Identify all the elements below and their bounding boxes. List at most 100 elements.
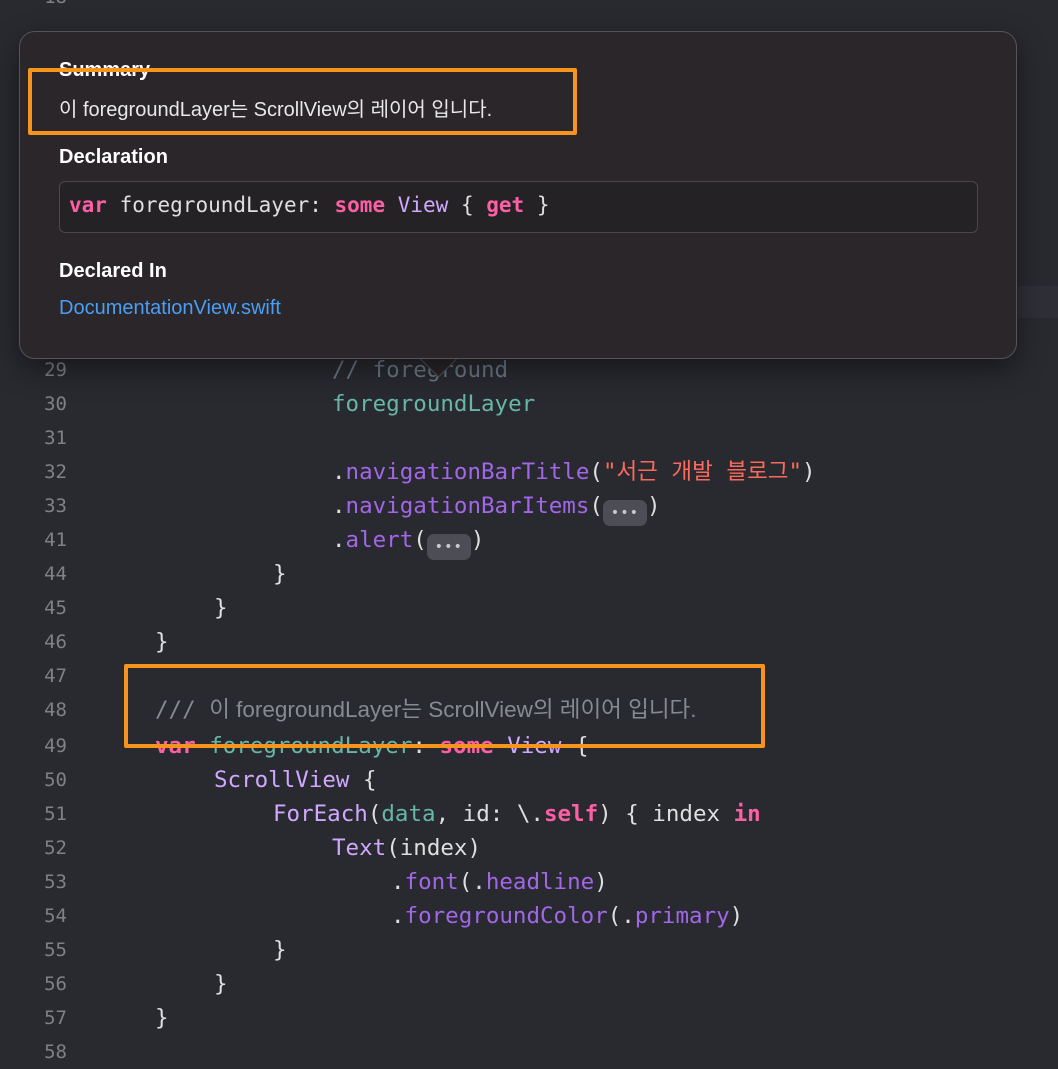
code-token: . xyxy=(391,903,405,929)
declaration-heading: Declaration xyxy=(59,146,168,168)
code-token: get xyxy=(486,193,525,217)
code-token: ForEach xyxy=(273,801,368,827)
code-token: } xyxy=(214,595,228,621)
code-token: // foreground xyxy=(332,357,509,383)
code-token: (. xyxy=(458,869,486,895)
code-text: } xyxy=(273,560,287,588)
code-line[interactable]: 18 xyxy=(0,0,1058,14)
code-line[interactable]: 55} xyxy=(0,933,1058,967)
current-line-highlight xyxy=(1018,286,1058,318)
code-text: } xyxy=(214,594,228,622)
line-number: 29 xyxy=(44,359,67,381)
code-text: .navigationBarTitle("서근 개발 블로그") xyxy=(332,458,816,486)
line-number: 54 xyxy=(44,905,67,927)
code-line[interactable]: 58 xyxy=(0,1035,1058,1069)
code-line[interactable]: 33 .navigationBarItems(•••) xyxy=(0,489,1058,526)
code-token: ( xyxy=(589,493,603,519)
code-line[interactable]: 30 foregroundLayer xyxy=(0,387,1058,421)
code-token: foregroundLayer xyxy=(332,391,536,417)
code-token: var xyxy=(69,193,107,217)
declared-in-heading: Declared In xyxy=(59,260,167,282)
code-token: ) xyxy=(802,459,816,485)
code-line[interactable]: 31 xyxy=(0,421,1058,455)
code-line[interactable]: 50 ScrollView { xyxy=(0,763,1058,797)
declared-in-file-link[interactable]: DocumentationView.swift xyxy=(59,297,281,320)
code-text: Text(index) xyxy=(332,834,481,862)
code-token: self xyxy=(543,801,599,827)
code-text: .alert(•••) xyxy=(332,526,484,560)
line-number: 48 xyxy=(44,699,67,721)
line-number: 49 xyxy=(44,735,67,757)
code-text: .navigationBarItems(•••) xyxy=(332,492,660,526)
code-line[interactable]: 54 .foregroundColor(.primary) xyxy=(0,899,1058,933)
line-number: 44 xyxy=(44,563,67,585)
code-line[interactable]: 51 ForEach(data, id: \.self) { index in xyxy=(0,797,1058,831)
code-token: navigationBarTitle xyxy=(345,459,590,485)
code-token: ) { index xyxy=(598,801,734,827)
code-token: { xyxy=(349,767,377,793)
code-line[interactable]: 57} xyxy=(0,1001,1058,1035)
code-token: } xyxy=(214,971,228,997)
code-line[interactable]: 46} xyxy=(0,625,1058,659)
line-number: 33 xyxy=(44,495,67,517)
line-number: 31 xyxy=(44,427,67,449)
code-token: } xyxy=(273,561,287,587)
code-token: ( xyxy=(367,801,382,827)
code-token: data xyxy=(381,801,436,827)
code-token: ScrollView xyxy=(214,767,350,793)
line-number: 50 xyxy=(44,769,67,791)
line-number: 45 xyxy=(44,597,67,619)
code-token: } xyxy=(155,1005,169,1031)
code-token: "서근 개발 블로그" xyxy=(602,459,803,485)
line-number: 32 xyxy=(44,461,67,483)
code-token: { xyxy=(448,193,487,217)
code-line[interactable]: 52 Text(index) xyxy=(0,831,1058,865)
line-number: 51 xyxy=(44,803,67,825)
annotation-box-doc-comment xyxy=(124,664,765,748)
code-token: some xyxy=(334,193,386,217)
code-token: View xyxy=(397,193,449,217)
code-text: // foreground xyxy=(332,356,508,384)
code-token: (. xyxy=(607,903,635,929)
code-token: . xyxy=(391,869,405,895)
code-line[interactable]: 41 .alert(•••) xyxy=(0,523,1058,560)
code-token: ) xyxy=(646,493,661,519)
code-text: } xyxy=(155,628,169,656)
code-token: } xyxy=(273,937,287,963)
line-number: 57 xyxy=(44,1007,67,1029)
code-token: . xyxy=(332,527,346,553)
code-text: } xyxy=(214,970,228,998)
code-token: ) xyxy=(729,903,744,929)
code-line[interactable]: 45} xyxy=(0,591,1058,625)
line-number: 18 xyxy=(0,0,67,9)
annotation-box-summary xyxy=(28,68,577,135)
code-line[interactable]: 44} xyxy=(0,557,1058,591)
code-text: .foregroundColor(.primary) xyxy=(391,902,743,930)
line-number: 30 xyxy=(44,393,67,415)
code-line[interactable]: 32 .navigationBarTitle("서근 개발 블로그") xyxy=(0,455,1058,489)
code-line[interactable]: 53 .font(.headline) xyxy=(0,865,1058,899)
code-line[interactable]: 56} xyxy=(0,967,1058,1001)
code-text: } xyxy=(155,1004,169,1032)
code-token: . xyxy=(332,459,346,485)
code-token: . xyxy=(332,493,346,519)
code-text: foregroundLayer xyxy=(332,390,535,418)
line-number: 55 xyxy=(44,939,67,961)
line-number: 53 xyxy=(44,871,67,893)
code-text: } xyxy=(273,936,287,964)
line-number: 56 xyxy=(44,973,67,995)
code-token: navigationBarItems xyxy=(345,493,590,519)
code-token: ( xyxy=(413,527,427,553)
code-token: font xyxy=(404,869,459,895)
code-text: ForEach(data, id: \.self) { index in xyxy=(273,800,761,828)
code-text: ScrollView { xyxy=(214,766,377,794)
code-token: headline xyxy=(485,869,595,895)
code-token: foregroundColor xyxy=(404,903,608,929)
declaration-code: var foregroundLayer: some View { get } xyxy=(69,193,550,217)
code-token: Text xyxy=(332,835,387,861)
code-token: alert xyxy=(345,527,414,553)
code-token: ) xyxy=(470,527,485,553)
declaration-box: var foregroundLayer: some View { get } xyxy=(59,181,978,233)
code-token: foregroundLayer: xyxy=(106,193,335,217)
